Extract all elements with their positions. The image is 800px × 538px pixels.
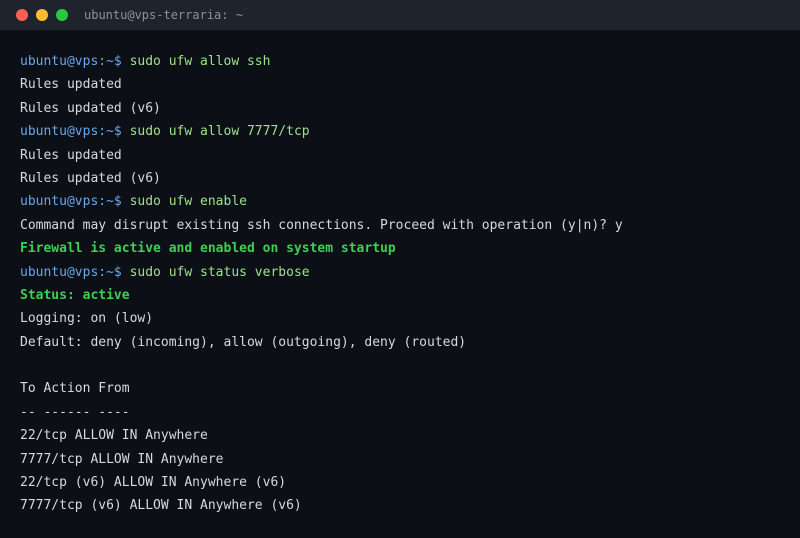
output-line: 22/tcp (v6) ALLOW IN Anywhere (v6) [20,475,287,491]
terminal-output[interactable]: ubuntu@vps:~$ sudo ufw allow ssh Rules up… [20,50,790,518]
output-line: Default: deny (incoming), allow (outgoin… [20,334,467,350]
title-bar[interactable]: ubuntu@vps-terraria: ~ [0,0,800,30]
command-line: ubuntu@vps:~$ sudo ufw allow 7777/tcp [20,120,790,143]
command-line: ubuntu@vps:~$ sudo ufw enable [20,190,790,213]
command-line: ubuntu@vps:~$ sudo ufw allow ssh [20,50,790,73]
output-line: Rules updated (v6) [20,100,161,116]
command-text: sudo ufw allow ssh [129,54,271,69]
output-line: To Action From [20,381,130,397]
shell-prompt: ubuntu@vps:~$ [20,124,122,140]
minimize-window-button[interactable] [36,9,48,21]
command-line: ubuntu@vps:~$ sudo ufw status verbose [20,261,790,284]
shell-prompt: ubuntu@vps:~$ [20,194,122,210]
status-output-line: Firewall is active and enabled on system… [20,241,396,257]
terminal-window: ubuntu@vps-terraria: ~ ubuntu@vps:~$ sud… [0,0,800,538]
output-line: 7777/tcp ALLOW IN Anywhere [20,451,224,467]
command-text: sudo ufw status verbose [129,264,310,280]
shell-prompt: ubuntu@vps:~$ [20,264,122,280]
status-output-line: Status: active [20,287,130,303]
command-text: sudo ufw enable [129,194,247,210]
output-line: 22/tcp ALLOW IN Anywhere [20,428,208,444]
window-title: ubuntu@vps-terraria: ~ [84,8,243,22]
output-line: Rules updated [20,77,122,93]
output-line: Command may disrupt existing ssh connect… [20,217,623,233]
command-text: sudo ufw allow 7777/tcp [129,124,310,140]
output-line: Rules updated [20,147,122,163]
shell-prompt: ubuntu@vps:~$ [20,54,122,69]
close-window-button[interactable] [16,9,28,21]
output-line: -- ------ ---- [20,404,130,420]
output-line: Rules updated (v6) [20,170,161,186]
output-line: 7777/tcp (v6) ALLOW IN Anywhere (v6) [20,498,302,514]
maximize-window-button[interactable] [56,9,68,21]
output-line: Logging: on (low) [20,311,154,327]
